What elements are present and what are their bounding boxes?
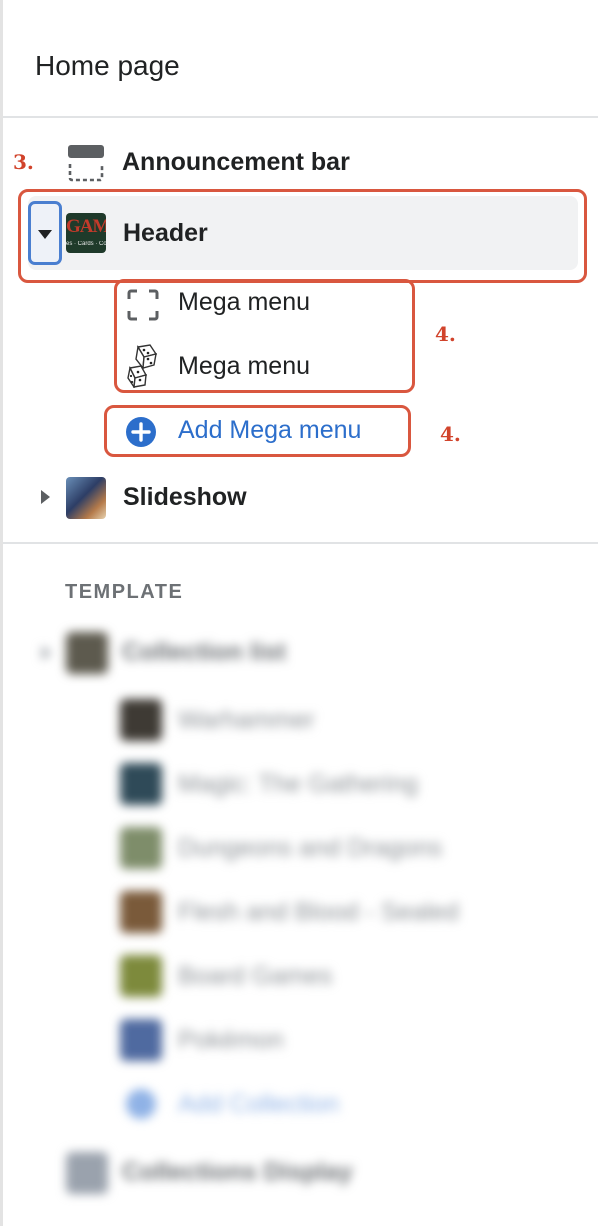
collection-item-label: Pokémon [178,1026,284,1054]
collection-thumbnail [120,891,162,933]
title-divider [3,116,598,118]
template-heading: TEMPLATE [65,581,184,603]
collections-display-thumbnail [66,1152,108,1194]
collection-item-label: Magic: The Gathering [178,770,418,798]
collection-thumbnail [120,763,162,805]
panel-left-border [0,0,3,1226]
collection-item-label: Dungeons and Dragons [178,834,443,862]
collections-display-label: Collections Display [122,1158,353,1186]
collection-item-pokemon[interactable]: Pokémon [118,1018,538,1062]
annotation-box-header [18,189,587,283]
collection-item-dnd[interactable]: Dungeons and Dragons [118,826,538,870]
caret-right-icon[interactable] [42,646,51,660]
section-announcement-bar[interactable]: Announcement bar [64,140,584,186]
add-collection-button[interactable]: Add Collection [118,1082,418,1126]
collection-item-board-games[interactable]: Board Games [118,954,538,998]
annotation-box-add-mega-menu [104,405,411,457]
slideshow-label: Slideshow [123,483,247,511]
collection-item-label: Warhammer [178,706,315,734]
slideshow-thumbnail [66,477,106,519]
caret-right-icon[interactable] [41,490,50,504]
collection-item-magic[interactable]: Magic: The Gathering [118,762,538,806]
collection-item-flesh-and-blood[interactable]: Flesh and Blood - Sealed [118,890,538,934]
collection-thumbnail [120,699,162,741]
announcement-bar-label: Announcement bar [122,148,350,176]
collection-item-label: Flesh and Blood - Sealed [178,898,459,926]
collection-thumbnail [120,1019,162,1061]
collection-thumbnail [120,955,162,997]
section-collections-display[interactable]: Collections Display [60,1150,540,1196]
annotation-box-mega-menus [114,279,415,393]
section-collection-list[interactable]: Collection list [34,630,574,676]
collection-thumbnail [120,827,162,869]
collection-list-thumbnail [66,632,108,674]
announcement-bar-icon [67,144,105,187]
annotation-step-3: 3. [13,150,34,174]
add-circle-icon [126,1089,156,1119]
annotation-step-4-a: 4. [435,322,456,346]
template-divider [3,542,598,544]
section-slideshow[interactable]: Slideshow [36,475,576,521]
collection-list-label: Collection list [122,638,286,666]
annotation-step-4-b: 4. [440,422,461,446]
collection-item-warhammer[interactable]: Warhammer [118,698,538,742]
add-collection-label: Add Collection [178,1090,340,1118]
collection-item-label: Board Games [178,962,333,990]
page-title: Home page [35,50,180,81]
